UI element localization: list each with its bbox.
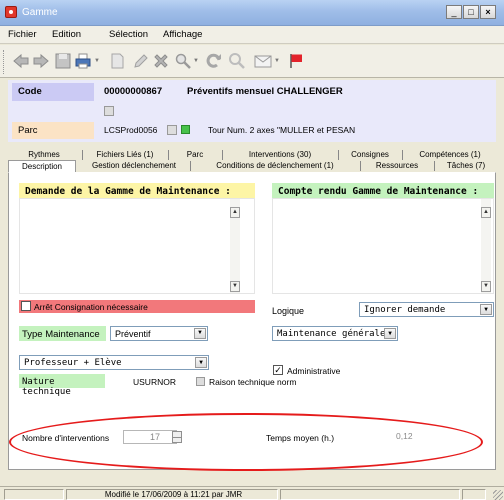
raison-technique-checkbox[interactable] [196,377,205,386]
parc-lookup-icon[interactable] [167,125,177,135]
menu-selection[interactable]: Sélection [109,29,148,40]
tab-conditions-declenchement[interactable]: Conditions de déclenchement (1) [192,160,358,172]
demande-title: Demande de la Gamme de Maintenance : [19,183,255,199]
code-attachment-icon[interactable] [104,106,114,116]
maximize-button[interactable]: □ [463,5,479,19]
code-name: Préventifs mensuel CHALLENGER [187,86,343,97]
arret-consignation-label: Arrêt Consignation nécessaire [34,302,148,312]
status-cell-1 [4,489,64,500]
nature-technique-label: Nature technique [19,374,105,397]
print-dropdown-icon[interactable]: ▼ [94,58,100,64]
search-doc-icon[interactable] [174,52,192,70]
status-cell-4 [462,489,486,500]
minimize-button[interactable]: _ [446,5,462,19]
type-maintenance-label: Type Maintenance [19,326,106,341]
new-document-icon[interactable] [108,52,126,70]
intervenant-value: Professeur + Elève [24,358,122,368]
mail-icon[interactable] [254,52,272,70]
code-label: Code [12,83,94,101]
compte-rendu-title: Compte rendu Gamme de Maintenance : [272,183,494,199]
demande-scroll-down-icon[interactable]: ▼ [230,281,240,292]
main-window: Gamme _ □ × Fichier Edition Sélection Af… [0,0,504,500]
menu-edition[interactable]: Edition [52,29,81,40]
search-dropdown-icon[interactable]: ▼ [193,58,199,64]
status-modified: Modifié le 17/06/2009 à 11:21 par JMR [66,489,278,500]
window-title: Gamme [22,7,58,18]
print-icon[interactable] [74,52,92,70]
parc-label: Parc [12,122,94,139]
menu-fichier[interactable]: Fichier [8,29,37,40]
highlight-oval [9,413,483,471]
menu-affichage[interactable]: Affichage [163,29,202,40]
demande-textarea[interactable]: ▲ ▼ [19,198,255,294]
maintenance-category-select[interactable]: Maintenance générale ▼ [272,326,398,341]
find-icon[interactable] [228,52,246,70]
compte-rendu-textarea[interactable]: ▲ ▼ [272,198,494,294]
logique-select[interactable]: Ignorer demande ▼ [359,302,494,317]
close-button[interactable]: × [480,5,496,19]
compte-rendu-scroll-up-icon[interactable]: ▲ [481,207,491,218]
type-maintenance-dropdown-icon[interactable]: ▼ [194,328,206,339]
mail-dropdown-icon[interactable]: ▼ [274,58,280,64]
status-cell-3 [280,489,460,500]
type-maintenance-value: Préventif [115,329,151,339]
intervenant-select[interactable]: Professeur + Elève ▼ [19,355,209,370]
save-icon[interactable] [54,52,72,70]
arret-consignation-checkbox[interactable] [21,301,31,311]
flag-icon[interactable] [287,52,305,70]
type-maintenance-select[interactable]: Préventif ▼ [110,326,208,341]
administrative-label: Administrative [287,366,341,376]
demande-scroll-up-icon[interactable]: ▲ [230,207,240,218]
menu-bar: Fichier Edition Sélection Affichage [0,26,504,44]
parc-status-icon [181,125,190,134]
compte-rendu-scroll-down-icon[interactable]: ▼ [481,281,491,292]
status-bar: Modifié le 17/06/2009 à 11:21 par JMR [0,486,504,500]
intervenant-dropdown-icon[interactable]: ▼ [195,357,207,368]
right-frame [496,78,504,486]
left-frame [0,78,8,486]
code-value: 00000000867 [104,86,163,97]
compte-rendu-scrollbar[interactable]: ▲ ▼ [481,199,491,293]
maintenance-category-dropdown-icon[interactable]: ▼ [384,328,396,339]
logique-dropdown-icon[interactable]: ▼ [480,304,492,315]
app-icon [5,6,17,18]
tab-gestion-declenchement[interactable]: Gestion déclenchement [80,160,188,172]
raison-technique-label: Raison technique norm [209,377,297,387]
tab-taches[interactable]: Tâches (7) [436,160,496,172]
toolbar-grip[interactable] [3,50,6,74]
delete-icon[interactable] [152,52,170,70]
maintenance-category-value: Maintenance générale [277,329,386,339]
resize-grip-icon[interactable] [493,490,503,500]
edit-icon[interactable] [132,52,150,70]
back-arrow-icon[interactable] [12,52,30,70]
title-bar[interactable]: Gamme _ □ × [0,0,504,26]
parc-description: Tour Num. 2 axes "MULLER et PESAN [208,125,356,135]
tab-ressources[interactable]: Ressources [362,160,432,172]
forward-arrow-icon[interactable] [32,52,50,70]
demande-scrollbar[interactable]: ▲ ▼ [230,199,240,293]
logique-value: Ignorer demande [364,305,446,315]
nature-technique-value: USURNOR [133,377,176,387]
logique-label: Logique [272,306,305,316]
parc-value: LCSProd0056 [104,125,158,135]
refresh-icon[interactable] [205,52,223,70]
administrative-checkbox[interactable]: ✓ [273,365,283,375]
toolbar: ▼ ▼ ▼ [0,45,504,78]
